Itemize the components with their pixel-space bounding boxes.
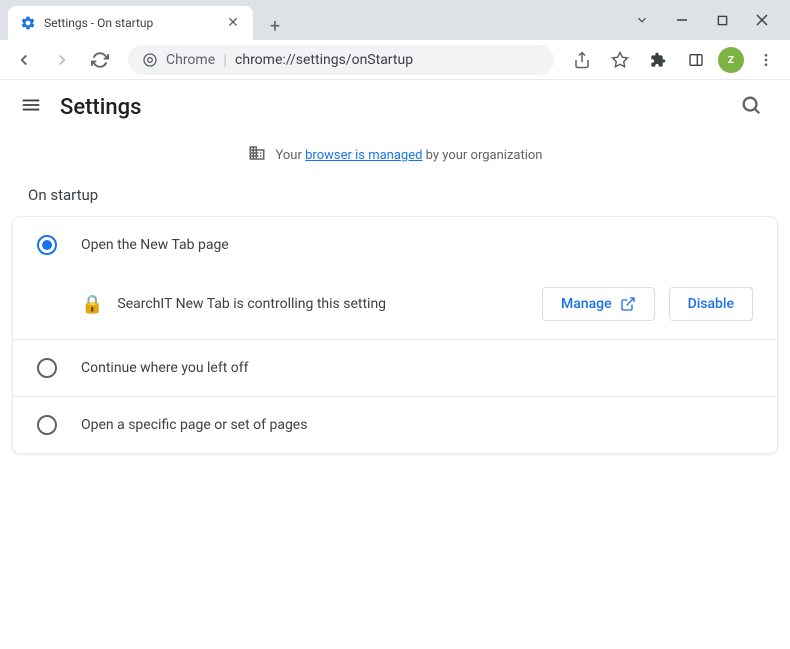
radio-label: Open a specific page or set of pages bbox=[81, 417, 307, 433]
side-panel-icon[interactable] bbox=[680, 44, 712, 76]
address-bar[interactable]: Chrome | chrome://settings/onStartup bbox=[128, 45, 554, 75]
section-title: On startup bbox=[0, 186, 790, 216]
radio-label: Open the New Tab page bbox=[81, 237, 229, 253]
browser-toolbar: Chrome | chrome://settings/onStartup z bbox=[0, 40, 790, 80]
managed-banner: Your browser is managed by your organiza… bbox=[0, 134, 790, 186]
radio-button[interactable] bbox=[37, 358, 57, 378]
share-icon[interactable] bbox=[566, 44, 598, 76]
close-icon[interactable]: ✕ bbox=[225, 15, 241, 31]
disable-button[interactable]: Disable bbox=[669, 287, 753, 321]
radio-option-specific-pages[interactable]: Open a specific page or set of pages bbox=[13, 396, 777, 453]
managed-link[interactable]: browser is managed bbox=[305, 148, 422, 163]
extensions-icon[interactable] bbox=[642, 44, 674, 76]
notice-text: SearchIT New Tab is controlling this set… bbox=[117, 296, 528, 312]
search-icon[interactable] bbox=[740, 94, 762, 120]
minimize-button[interactable] bbox=[674, 12, 690, 28]
profile-avatar[interactable]: z bbox=[718, 47, 744, 73]
browser-tab[interactable]: Settings - On startup ✕ bbox=[8, 6, 253, 40]
gear-icon bbox=[20, 15, 36, 31]
page-title: Settings bbox=[60, 95, 722, 120]
url-path: chrome://settings/onStartup bbox=[235, 52, 413, 68]
radio-option-continue[interactable]: Continue where you left off bbox=[13, 339, 777, 396]
chevron-down-icon[interactable] bbox=[634, 12, 650, 28]
window-titlebar: Settings - On startup ✕ + bbox=[0, 0, 790, 40]
close-window-button[interactable] bbox=[754, 12, 770, 28]
menu-icon[interactable] bbox=[20, 94, 42, 120]
startup-options-card: Open the New Tab page 🔒 SearchIT New Tab… bbox=[12, 216, 778, 454]
chrome-logo-icon bbox=[142, 52, 158, 68]
reload-button[interactable] bbox=[84, 44, 116, 76]
bookmark-star-icon[interactable] bbox=[604, 44, 636, 76]
maximize-button[interactable] bbox=[714, 12, 730, 28]
radio-label: Continue where you left off bbox=[81, 360, 249, 376]
building-icon bbox=[248, 144, 266, 166]
lock-icon: 🔒 bbox=[81, 294, 103, 315]
back-button[interactable] bbox=[8, 44, 40, 76]
settings-page: Settings Your browser is managed by your… bbox=[0, 80, 790, 454]
settings-header: Settings bbox=[0, 80, 790, 134]
menu-dots-icon[interactable] bbox=[750, 44, 782, 76]
manage-button[interactable]: Manage bbox=[542, 287, 655, 321]
url-scheme: Chrome bbox=[166, 52, 215, 68]
window-controls bbox=[634, 0, 790, 40]
forward-button[interactable] bbox=[46, 44, 78, 76]
radio-option-new-tab[interactable]: Open the New Tab page bbox=[13, 217, 777, 273]
radio-button[interactable] bbox=[37, 235, 57, 255]
radio-button[interactable] bbox=[37, 415, 57, 435]
extension-notice: 🔒 SearchIT New Tab is controlling this s… bbox=[13, 273, 777, 339]
new-tab-button[interactable]: + bbox=[261, 12, 289, 40]
external-link-icon bbox=[620, 296, 636, 312]
tab-title: Settings - On startup bbox=[44, 16, 217, 30]
